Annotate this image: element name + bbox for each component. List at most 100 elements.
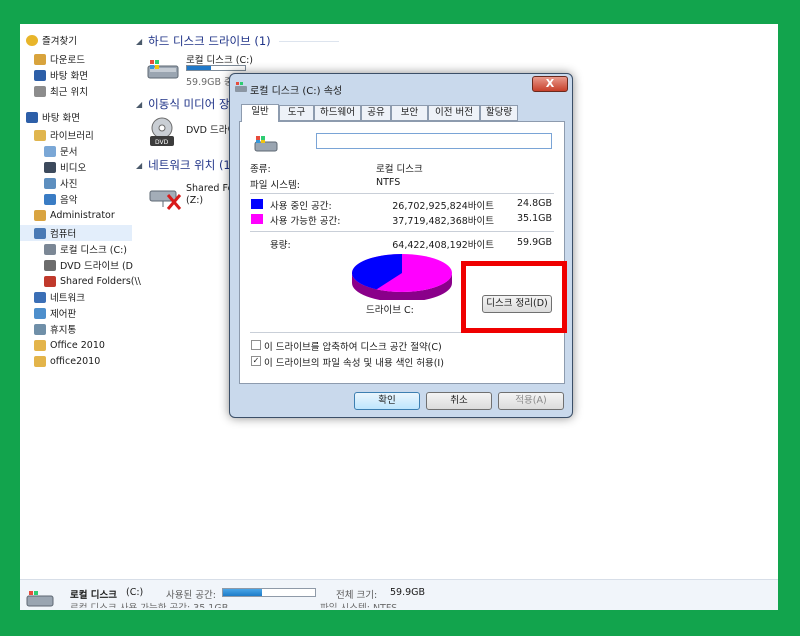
nav-item-label: Shared Folders(\\ <box>60 275 141 287</box>
user-folder-icon <box>34 209 46 221</box>
nav-item-label: 음악 <box>60 195 78 206</box>
nav-item[interactable]: Shared Folders(\\ <box>20 273 141 289</box>
divider <box>250 193 554 194</box>
nav-item[interactable]: 라이브러리 <box>20 127 132 143</box>
compress-checkbox[interactable] <box>251 340 261 350</box>
nav-item-label: 다운로드 <box>50 55 85 66</box>
usage-bar-fill <box>187 66 212 70</box>
nav-item-label: 제어판 <box>50 309 77 320</box>
properties-dialog: 로컬 디스크 (C:) 속성 X 일반 도구 하드웨어 공유 보안 이전 버전 … <box>229 73 573 418</box>
nav-item[interactable]: 컴퓨터 <box>20 225 132 241</box>
local-disk-free: 59.9GB 중 <box>186 77 233 88</box>
navigation-pane: 즐겨찾기 다운로드 바탕 화면 최근 위치 바탕 화면 라이브러리 문서 비디오 사진 음악 Adm… <box>20 24 141 579</box>
used-space-gb: 24.8GB <box>516 198 552 209</box>
nav-item[interactable]: 바탕 화면 <box>20 109 132 125</box>
local-disk-icon <box>26 591 54 607</box>
type-label: 종류: <box>250 164 271 175</box>
nav-item-label: 사진 <box>60 179 78 190</box>
nav-item[interactable]: 네트워크 <box>20 289 132 305</box>
close-icon: X <box>545 77 555 90</box>
tab-hardware[interactable]: 하드웨어 <box>314 105 361 121</box>
local-disk-icon <box>44 243 56 255</box>
status-usage-bar <box>222 588 316 597</box>
nav-item-label: 문서 <box>60 147 78 158</box>
hdd-group-header[interactable]: ◢ 하드 디스크 드라이브 (1) <box>136 33 339 49</box>
compress-label: 이 드라이브를 압축하여 디스크 공간 절약(C) <box>264 342 442 353</box>
tab-general[interactable]: 일반 <box>241 104 279 122</box>
local-disk-icon <box>235 82 247 92</box>
removable-group-label: 이동식 미디어 장 <box>148 97 230 111</box>
nav-item[interactable]: 바탕 화면 <box>20 67 132 83</box>
index-label: 이 드라이브의 파일 속성 및 내용 색인 허용(I) <box>264 358 444 369</box>
status-drive-letter: (C:) <box>126 587 144 598</box>
network-group-label: 네트워크 위치 (1 <box>148 158 231 172</box>
nav-item[interactable]: Administrator <box>20 207 132 223</box>
nav-item[interactable]: Office 2010 <box>20 337 132 353</box>
ok-button[interactable]: 확인 <box>354 392 420 410</box>
details-pane: 로컬 디스크 (C:) 사용된 공간: 전체 크기: 59.9GB 로컬 디스크… <box>20 579 778 610</box>
download-folder-icon <box>34 53 46 65</box>
nav-item-label: 최근 위치 <box>50 87 88 98</box>
nav-item-label: Administrator <box>50 209 115 221</box>
nav-item[interactable]: office2010 <box>20 353 132 369</box>
local-disk-usage-bar <box>186 65 246 71</box>
nav-item[interactable]: 제어판 <box>20 305 132 321</box>
nav-item-label: 로컬 디스크 (C:) <box>60 245 127 256</box>
index-checkbox[interactable]: ✓ <box>251 356 261 366</box>
status-total-label: 전체 크기: <box>336 590 378 601</box>
shared-folders-letter: (Z:) <box>186 195 204 206</box>
music-icon <box>44 193 56 205</box>
nav-item[interactable]: 다운로드 <box>20 51 132 67</box>
desktop-icon <box>34 69 46 81</box>
tab-sharing[interactable]: 공유 <box>361 105 391 121</box>
local-disk-icon <box>147 60 179 79</box>
nav-item-label: 비디오 <box>60 163 87 174</box>
network-group-header[interactable]: ◢ 네트워크 위치 (1 <box>136 157 231 173</box>
tab-quota[interactable]: 할당량 <box>480 105 518 121</box>
nav-item[interactable]: 비디오 <box>20 159 132 175</box>
network-icon <box>34 291 46 303</box>
recent-places-icon <box>34 85 46 97</box>
volume-label-input[interactable] <box>316 133 552 149</box>
nav-item[interactable]: 즐겨찾기 <box>20 32 132 48</box>
status-used-label: 사용된 공간: <box>166 590 216 601</box>
nav-item-label: 즐겨찾기 <box>42 36 77 47</box>
nav-item[interactable]: 음악 <box>20 191 132 207</box>
nav-item[interactable]: 문서 <box>20 143 132 159</box>
cancel-button[interactable]: 취소 <box>426 392 492 410</box>
nav-item[interactable]: DVD 드라이브 (D <box>20 257 133 273</box>
nav-item[interactable]: 로컬 디스크 (C:) <box>20 241 132 257</box>
status-free-partial: 로컬 디스크 사용 가능한 공간: 35.1GB <box>70 600 228 608</box>
divider <box>250 231 554 232</box>
close-button[interactable]: X <box>532 76 568 92</box>
tab-security[interactable]: 보안 <box>391 105 428 121</box>
dialog-title: 로컬 디스크 (C:) 속성 <box>250 86 343 97</box>
collapse-triangle-icon: ◢ <box>136 99 143 109</box>
folder-icon <box>34 355 46 367</box>
nav-item[interactable]: 사진 <box>20 175 132 191</box>
type-value: 로컬 디스크 <box>376 164 423 175</box>
documents-icon <box>44 145 56 157</box>
nav-item-label: 바탕 화면 <box>50 71 88 82</box>
desktop-icon <box>26 111 38 123</box>
nav-item-label: 컴퓨터 <box>50 229 77 240</box>
library-icon <box>34 129 46 141</box>
removable-group-header[interactable]: ◢ 이동식 미디어 장 <box>136 96 230 112</box>
video-icon <box>44 161 56 173</box>
nav-item[interactable]: 휴지통 <box>20 321 132 337</box>
nav-item-label: 라이브러리 <box>50 131 94 142</box>
tab-tools[interactable]: 도구 <box>279 105 314 121</box>
tab-previous-versions[interactable]: 이전 버전 <box>428 105 480 121</box>
nav-item-label: office2010 <box>50 355 101 367</box>
collapse-triangle-icon: ◢ <box>136 160 143 170</box>
nav-item[interactable]: 최근 위치 <box>20 83 132 99</box>
apply-button[interactable]: 적용(A) <box>498 392 564 410</box>
network-drive-icon <box>44 275 56 287</box>
free-space-gb: 35.1GB <box>516 213 552 224</box>
nav-item-label: DVD 드라이브 (D <box>60 261 133 272</box>
free-space-label: 사용 가능한 공간: <box>270 216 341 227</box>
capacity-label: 용량: <box>270 240 291 251</box>
folder-icon <box>34 339 46 351</box>
group-divider <box>278 40 339 42</box>
dvd-drive-icon: DVD <box>150 117 174 146</box>
